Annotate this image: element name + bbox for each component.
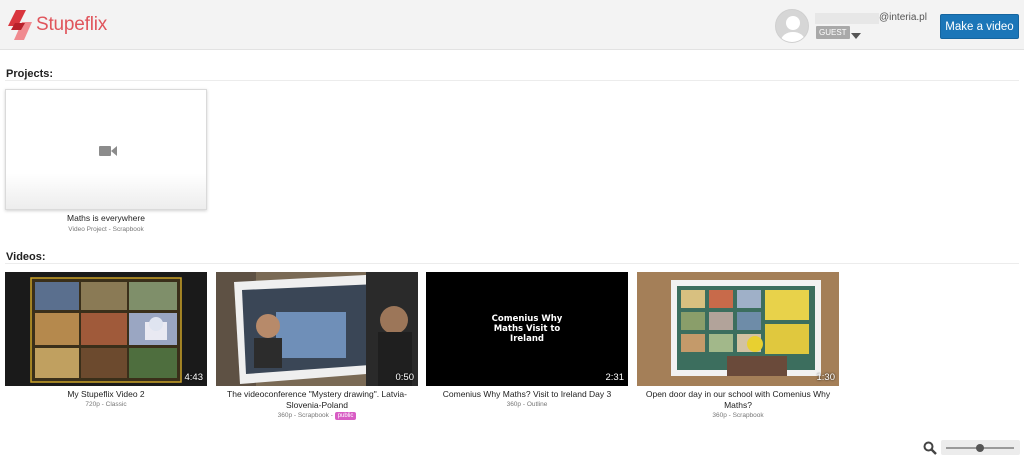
video-duration: 2:31 xyxy=(605,372,625,383)
divider xyxy=(5,263,1019,264)
user-email-redacted xyxy=(815,13,879,24)
video-camera-icon xyxy=(98,144,118,158)
video-meta-row: 360p - Scrapbook - public xyxy=(216,411,418,420)
video-title[interactable]: Open door day in our school with Comeniu… xyxy=(637,389,839,411)
video-meta: 360p - Scrapbook - xyxy=(277,412,335,419)
top-bar: Stupeflix @interia.pl GUEST Make a video xyxy=(0,0,1024,50)
project-title[interactable]: Maths is everywhere xyxy=(5,213,207,224)
user-email-domain: @interia.pl xyxy=(879,12,927,23)
chevron-down-icon[interactable] xyxy=(850,28,862,39)
make-video-button[interactable]: Make a video xyxy=(940,14,1019,39)
video-meta: 720p - Classic xyxy=(85,401,127,408)
project-card[interactable] xyxy=(5,89,207,210)
video-duration: 4:43 xyxy=(184,372,204,383)
noticeboard-thumbnail xyxy=(637,272,839,386)
public-badge: public xyxy=(334,412,357,420)
videos-heading: Videos: xyxy=(6,251,46,263)
slider-handle[interactable] xyxy=(976,444,984,452)
project-meta: Video Project - Scrapbook xyxy=(68,226,144,233)
user-avatar[interactable] xyxy=(775,9,809,43)
video-thumbnail[interactable]: Comenius Why Maths Visit to Ireland 2:31 xyxy=(426,272,628,386)
video-duration: 0:50 xyxy=(395,372,415,383)
video-thumbnail[interactable]: 4:43 xyxy=(5,272,207,386)
role-badge: GUEST xyxy=(816,26,850,39)
video-meta: 360p - Outline xyxy=(506,401,548,408)
logo-icon xyxy=(6,8,34,42)
brand-name: Stupeflix xyxy=(36,14,108,35)
video-title[interactable]: My Stupeflix Video 2 xyxy=(5,389,207,400)
video-title[interactable]: Comenius Why Maths? Visit to Ireland Day… xyxy=(426,389,628,400)
photo-collage-thumbnail xyxy=(5,272,207,386)
thumbnail-text: Comenius Why Maths Visit to Ireland xyxy=(491,314,563,344)
video-thumbnail[interactable]: 0:50 xyxy=(216,272,418,386)
video-thumbnail[interactable]: 1:30 xyxy=(637,272,839,386)
zoom-slider[interactable] xyxy=(941,440,1020,455)
search-icon xyxy=(923,441,937,455)
thumbnail-title-text: Comenius Why Maths Visit to Ireland xyxy=(426,314,628,344)
projects-heading: Projects: xyxy=(6,68,54,80)
stupeflix-logo[interactable]: Stupeflix xyxy=(6,8,107,42)
divider xyxy=(5,80,1019,81)
video-meta: 360p - Scrapbook xyxy=(712,412,764,419)
video-duration: 1:30 xyxy=(816,372,836,383)
videoconference-thumbnail xyxy=(216,272,418,386)
video-title[interactable]: The videoconference "Mystery drawing". L… xyxy=(216,389,418,411)
